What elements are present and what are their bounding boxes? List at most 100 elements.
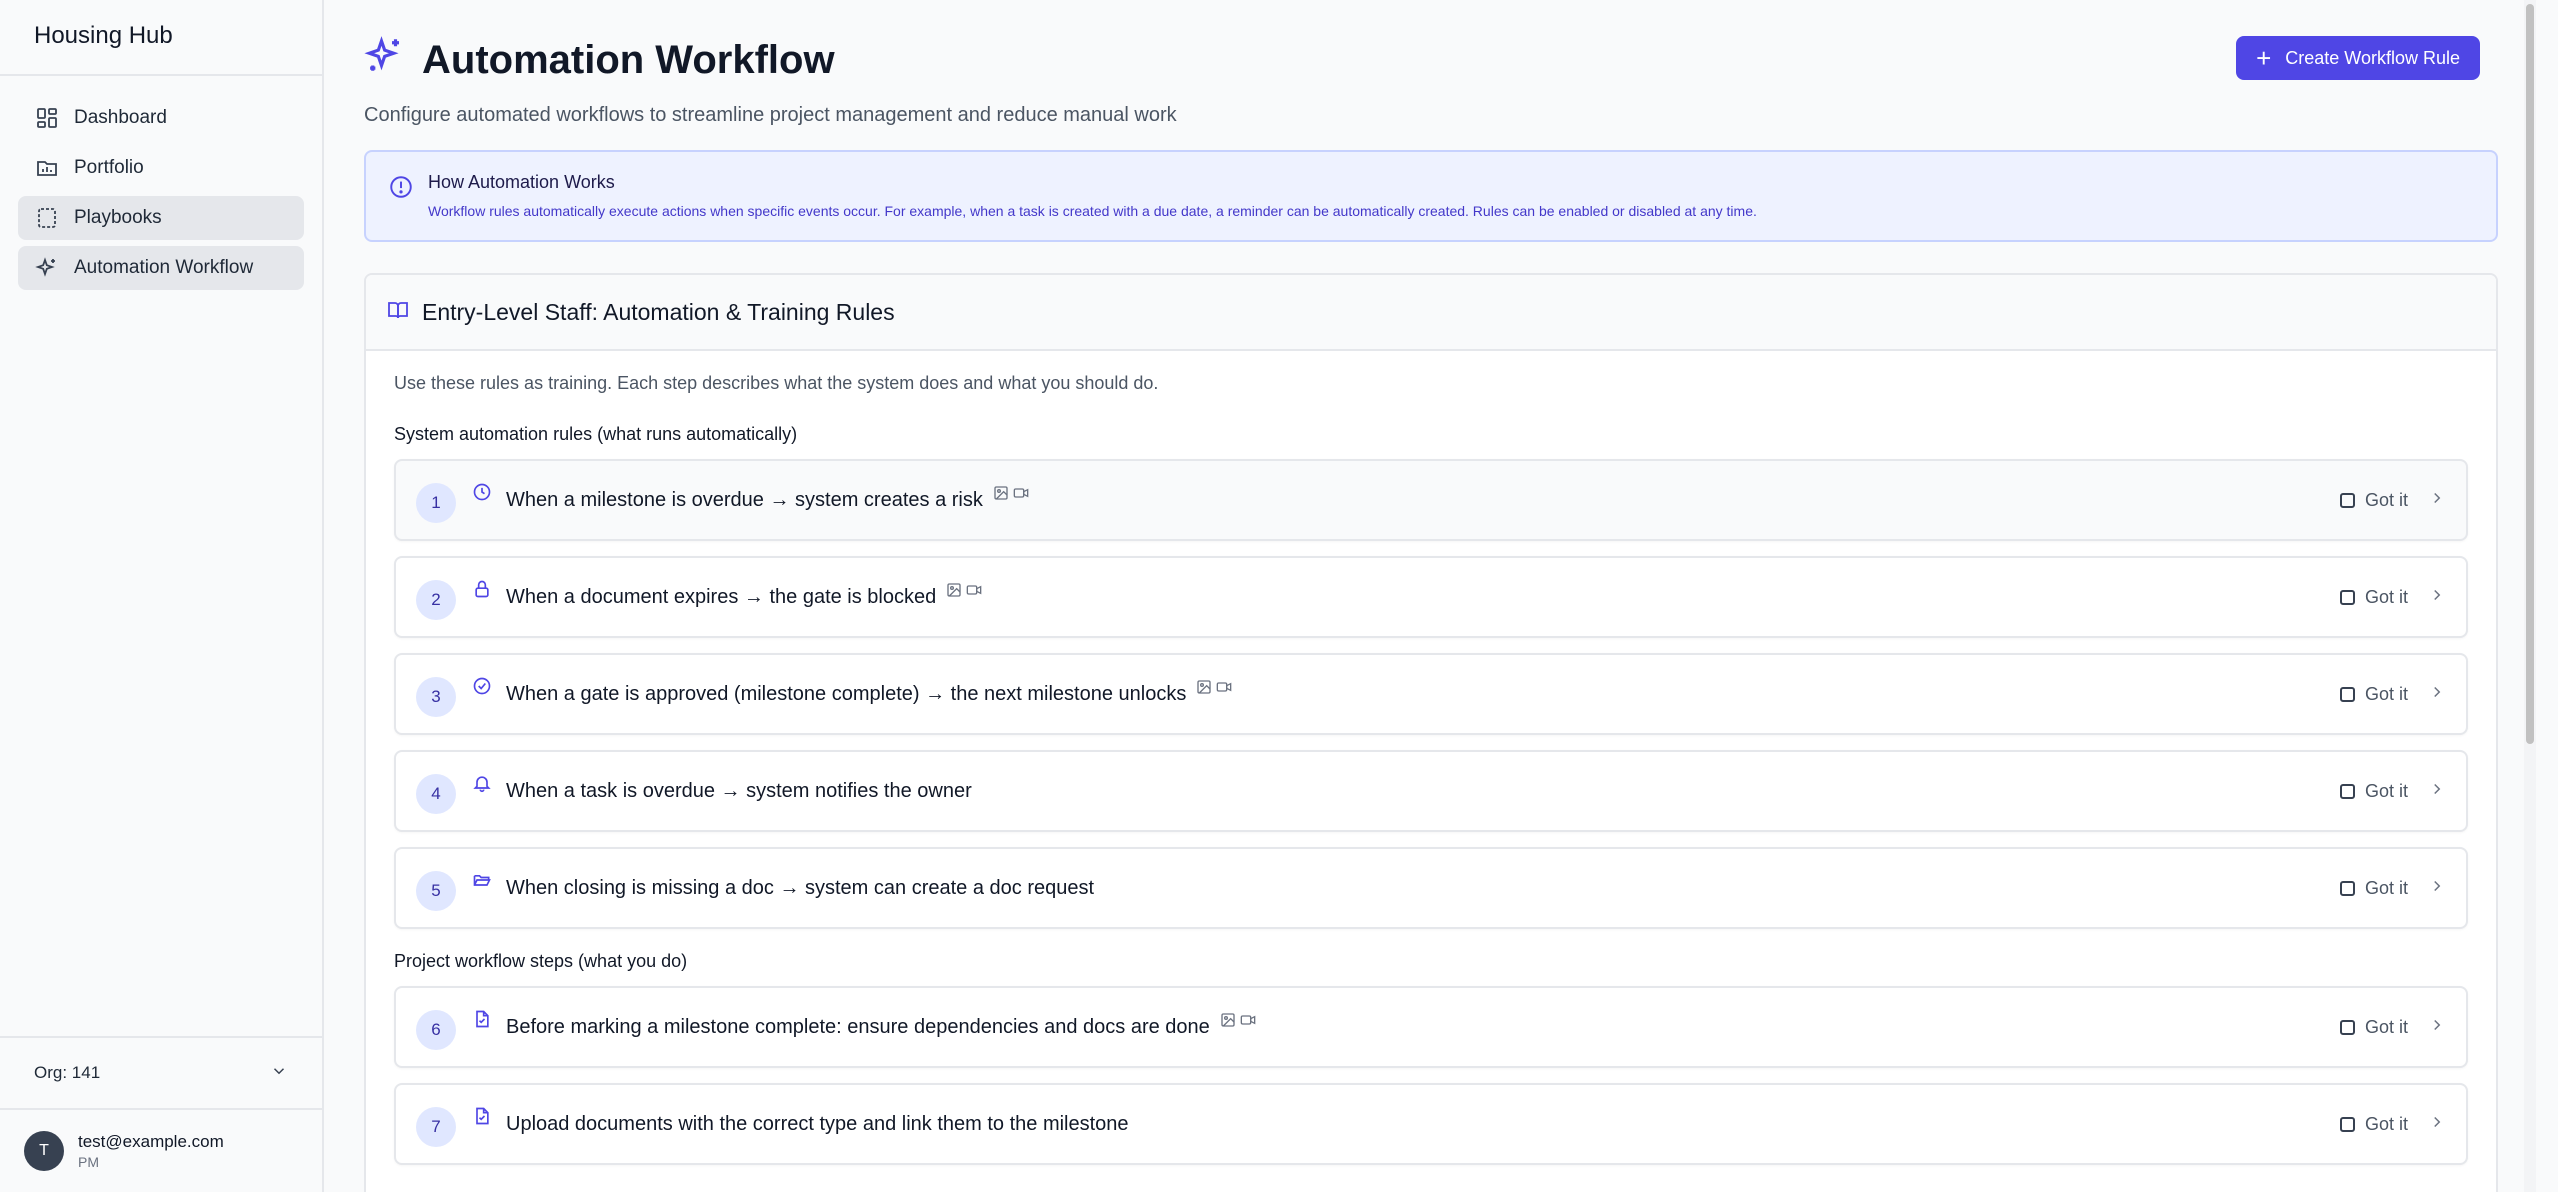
image-icon <box>947 583 961 597</box>
scrollbar[interactable] <box>2524 0 2536 1192</box>
dashboard-icon <box>34 105 60 131</box>
playbooks-icon <box>34 205 60 231</box>
page-title-text: Automation Workflow <box>422 37 835 82</box>
rule-row[interactable]: 2 When a document expires → the gate is … <box>394 556 2468 638</box>
got-it-checkbox[interactable]: Got it <box>2339 489 2408 511</box>
page-header: Automation Workflow Configure automated … <box>364 34 1177 127</box>
card-title: Entry-Level Staff: Automation & Training… <box>422 298 895 325</box>
checkbox[interactable] <box>2339 1116 2355 1132</box>
got-it-label: Got it <box>2364 586 2408 607</box>
rule-text: When a milestone is overdue → system cre… <box>506 488 983 511</box>
sidebar-nav: Dashboard Portfolio Playbooks Automation… <box>0 76 322 316</box>
got-it-checkbox[interactable]: Got it <box>2339 877 2408 899</box>
step-number: 7 <box>416 1107 456 1147</box>
project-steps-label: Project workflow steps (what you do) <box>394 951 688 971</box>
info-banner: How Automation Works Workflow rules auto… <box>364 150 2498 242</box>
info-title: How Automation Works <box>428 172 615 192</box>
step-number: 2 <box>416 580 456 620</box>
media-indicators <box>993 485 1033 501</box>
rule-row[interactable]: 3 When a gate is approved (milestone com… <box>394 653 2468 735</box>
rule-row[interactable]: 5 When closing is missing a doc → system… <box>394 847 2468 929</box>
user-role: PM <box>78 1154 99 1170</box>
sparkles-icon <box>34 255 60 281</box>
chevron-right-icon[interactable] <box>2428 586 2446 609</box>
step-number: 5 <box>416 871 456 911</box>
lock-icon <box>472 578 494 600</box>
image-icon <box>994 486 1008 500</box>
got-it-label: Got it <box>2364 489 2408 510</box>
got-it-label: Got it <box>2364 877 2408 898</box>
video-icon <box>966 585 982 595</box>
checkbox[interactable] <box>2339 492 2355 508</box>
media-indicators <box>946 582 986 598</box>
create-workflow-rule-button[interactable]: + Create Workflow Rule <box>2236 36 2480 80</box>
got-it-label: Got it <box>2364 780 2408 801</box>
create-button-label: Create Workflow Rule <box>2285 47 2460 68</box>
user-profile[interactable]: T test@example.com PM <box>0 1108 322 1192</box>
page-title: Automation Workflow <box>364 34 1177 86</box>
rule-row[interactable]: 1 When a milestone is overdue → system c… <box>394 459 2468 541</box>
training-rules-card: Entry-Level Staff: Automation & Training… <box>364 273 2498 1192</box>
card-body: Use these rules as training. Each step d… <box>366 351 2496 1192</box>
check-circle-icon <box>472 675 494 697</box>
book-open-icon <box>386 298 422 327</box>
avatar: T <box>24 1131 64 1171</box>
sidebar-item-playbooks[interactable]: Playbooks <box>18 196 304 240</box>
got-it-checkbox[interactable]: Got it <box>2339 780 2408 802</box>
chevron-down-icon <box>270 1062 288 1085</box>
video-icon <box>1240 1015 1256 1025</box>
got-it-checkbox[interactable]: Got it <box>2339 1113 2408 1135</box>
step-number: 6 <box>416 1010 456 1050</box>
org-selector[interactable]: Org: 141 <box>0 1036 322 1108</box>
checkbox[interactable] <box>2339 880 2355 896</box>
got-it-checkbox[interactable]: Got it <box>2339 683 2408 705</box>
step-row[interactable]: 6 Before marking a milestone complete: e… <box>394 986 2468 1068</box>
folder-open-icon <box>472 869 494 891</box>
plus-icon: + <box>2256 43 2272 73</box>
checkbox[interactable] <box>2339 589 2355 605</box>
checkbox[interactable] <box>2339 783 2355 799</box>
got-it-label: Got it <box>2364 1016 2408 1037</box>
rule-row[interactable]: 4 When a task is overdue → system notifi… <box>394 750 2468 832</box>
sidebar-item-dashboard[interactable]: Dashboard <box>18 96 304 140</box>
rule-text: When closing is missing a doc → system c… <box>506 876 1095 899</box>
got-it-checkbox[interactable]: Got it <box>2339 1016 2408 1038</box>
app-title: Housing Hub <box>0 0 322 76</box>
sidebar-item-portfolio[interactable]: Portfolio <box>18 146 304 190</box>
video-icon <box>1217 682 1232 692</box>
image-icon <box>1197 680 1212 694</box>
rule-text: Before marking a milestone complete: ens… <box>506 1015 1210 1038</box>
got-it-label: Got it <box>2364 1113 2408 1134</box>
main-content: Automation Workflow Configure automated … <box>324 0 2538 1192</box>
sparkles-icon <box>364 34 422 86</box>
rule-text: When a gate is approved (milestone compl… <box>506 682 1187 705</box>
rule-text: When a task is overdue → system notifies… <box>506 779 972 802</box>
sidebar-item-label: Dashboard <box>74 107 167 128</box>
info-icon <box>388 172 428 220</box>
step-number: 1 <box>416 483 456 523</box>
chevron-right-icon[interactable] <box>2428 877 2446 900</box>
page-subtitle: Configure automated workflows to streaml… <box>364 104 1177 126</box>
org-label: Org: 141 <box>34 1063 101 1082</box>
chevron-right-icon[interactable] <box>2428 1113 2446 1136</box>
sidebar-item-label: Playbooks <box>74 207 162 228</box>
card-header: Entry-Level Staff: Automation & Training… <box>366 275 2496 351</box>
video-icon <box>1013 488 1029 498</box>
checkbox[interactable] <box>2339 1019 2355 1035</box>
sidebar-item-automation-workflow[interactable]: Automation Workflow <box>18 246 304 290</box>
image-icon <box>1221 1013 1235 1027</box>
portfolio-icon <box>34 155 60 181</box>
got-it-checkbox[interactable]: Got it <box>2339 586 2408 608</box>
chevron-right-icon[interactable] <box>2428 489 2446 512</box>
scrollbar-thumb[interactable] <box>2526 4 2534 744</box>
chevron-right-icon[interactable] <box>2428 683 2446 706</box>
checkbox[interactable] <box>2339 686 2355 702</box>
step-row[interactable]: 7 Upload documents with the correct type… <box>394 1083 2468 1165</box>
chevron-right-icon[interactable] <box>2428 1016 2446 1039</box>
system-rules-label: System automation rules (what runs autom… <box>394 424 798 444</box>
got-it-label: Got it <box>2364 683 2408 704</box>
media-indicators <box>1196 679 1236 695</box>
rule-text: When a document expires → the gate is bl… <box>506 585 937 608</box>
chevron-right-icon[interactable] <box>2428 780 2446 803</box>
rule-text: Upload documents with the correct type a… <box>506 1112 1129 1135</box>
